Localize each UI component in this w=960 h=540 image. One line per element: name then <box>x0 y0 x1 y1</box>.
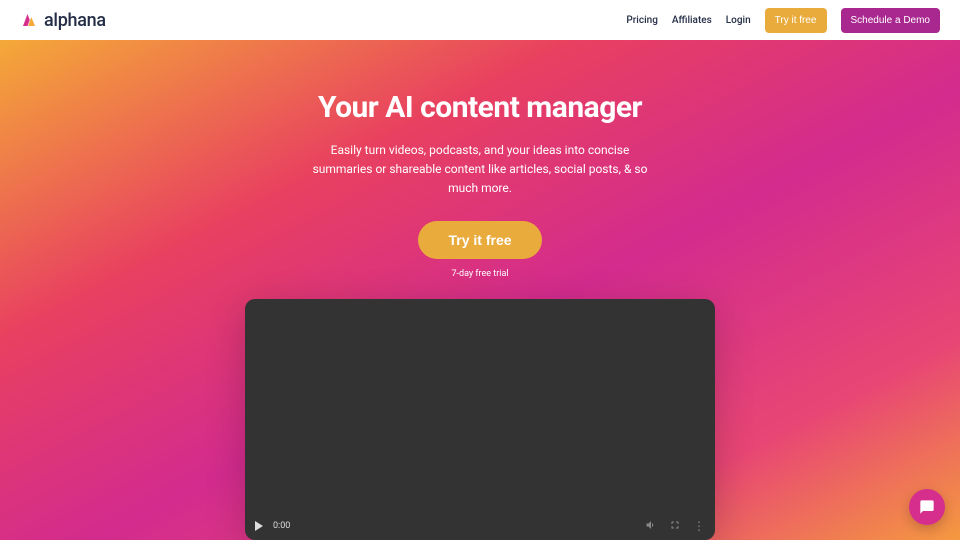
hero-title: Your AI content manager <box>318 90 642 125</box>
logo[interactable]: alphana <box>20 10 106 31</box>
play-icon[interactable] <box>255 521 263 531</box>
hero-section: Your AI content manager Easily turn vide… <box>0 40 960 540</box>
nav-pricing[interactable]: Pricing <box>626 15 657 26</box>
video-controls-right: ⋮ <box>645 519 705 534</box>
fullscreen-icon[interactable] <box>669 519 681 534</box>
nav-affiliates[interactable]: Affiliates <box>672 15 712 26</box>
header: alphana Pricing Affiliates Login Try it … <box>0 0 960 40</box>
schedule-demo-button[interactable]: Schedule a Demo <box>841 8 941 33</box>
volume-icon[interactable] <box>645 519 657 534</box>
try-free-button[interactable]: Try it free <box>765 8 827 33</box>
logo-icon <box>20 11 38 29</box>
chat-icon <box>919 499 935 515</box>
logo-text: alphana <box>44 10 106 31</box>
chat-widget[interactable] <box>909 489 945 525</box>
main-nav: Pricing Affiliates Login Try it free Sch… <box>626 8 940 33</box>
video-controls: 0:00 ⋮ <box>245 512 715 540</box>
trial-text: 7-day free trial <box>451 269 508 279</box>
hero-subtitle: Easily turn videos, podcasts, and your i… <box>310 141 650 199</box>
video-player[interactable]: 0:00 ⋮ <box>245 299 715 540</box>
hero-cta-button[interactable]: Try it free <box>418 221 541 259</box>
more-options-icon[interactable]: ⋮ <box>693 520 705 532</box>
video-controls-left: 0:00 <box>255 521 290 531</box>
nav-login[interactable]: Login <box>726 15 751 26</box>
video-time: 0:00 <box>273 521 290 531</box>
